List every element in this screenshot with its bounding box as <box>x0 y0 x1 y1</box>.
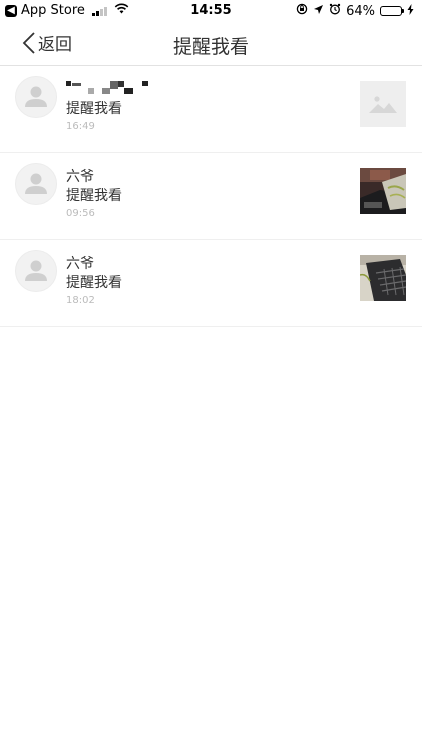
user-avatar-icon <box>25 86 47 107</box>
nav-bar: 返回 提醒我看 <box>0 22 422 66</box>
photo-image <box>360 168 406 214</box>
avatar[interactable] <box>15 250 57 292</box>
status-bar: ◀ App Store 14:55 64% <box>0 0 422 22</box>
user-name: 六爷 <box>66 256 94 272</box>
battery-icon <box>380 6 404 16</box>
image-placeholder-thumbnail[interactable] <box>360 81 406 127</box>
list-item[interactable]: 提醒我看 16:49 <box>0 66 422 153</box>
message-text: 提醒我看 <box>66 188 122 204</box>
photo-thumbnail[interactable] <box>360 255 406 301</box>
timestamp: 18:02 <box>66 295 95 306</box>
avatar[interactable] <box>15 163 57 205</box>
list-item[interactable]: 六爷 提醒我看 18:02 <box>0 240 422 327</box>
alarm-icon <box>329 3 341 19</box>
reminder-list: 提醒我看 16:49 六爷 提醒我看 09:56 六爷 提醒我看 18:02 <box>0 66 422 327</box>
user-avatar-icon <box>25 260 47 281</box>
status-right: 64% <box>296 3 414 19</box>
photo-thumbnail[interactable] <box>360 168 406 214</box>
message-text: 提醒我看 <box>66 101 122 117</box>
user-name: 六爷 <box>66 169 94 185</box>
user-name-mosaic <box>66 79 154 95</box>
user-avatar-icon <box>25 173 47 194</box>
timestamp: 09:56 <box>66 208 95 219</box>
message-text: 提醒我看 <box>66 275 122 291</box>
image-placeholder-icon <box>369 96 397 113</box>
photo-image <box>360 255 406 301</box>
avatar[interactable] <box>15 76 57 118</box>
charging-icon <box>407 3 414 19</box>
battery-percent: 64% <box>346 3 375 19</box>
orientation-lock-icon <box>296 3 308 19</box>
location-icon <box>313 4 324 19</box>
list-item[interactable]: 六爷 提醒我看 09:56 <box>0 153 422 240</box>
page-title: 提醒我看 <box>172 36 249 58</box>
timestamp: 16:49 <box>66 121 95 132</box>
